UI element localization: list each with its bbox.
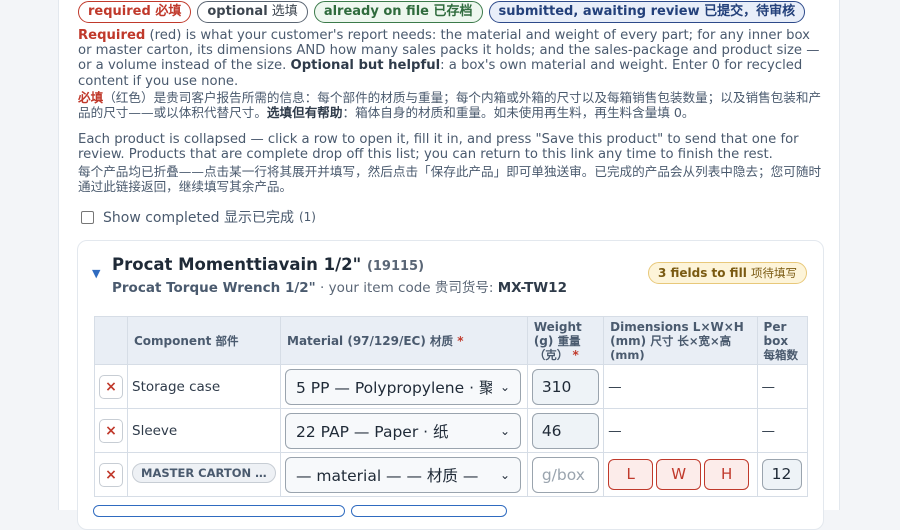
table-row: × Storage case 5 PP — Polypropylene · 聚丙… (94, 364, 809, 409)
components-table: Component 部件 Material (97/129/EC) 材质 * W… (94, 316, 809, 497)
per-box-input[interactable]: 12 (761, 459, 802, 490)
instructions-text: Each product is collapsed — click a row … (78, 132, 799, 163)
show-completed-label: Show completed 显示已完成 (103, 210, 294, 226)
fields-to-fill-badge: 3 fields to fill 项待填写 (647, 262, 807, 284)
weight-input[interactable]: g/box (531, 456, 599, 493)
legend-submitted-badge: submitted, awaiting review 已提交，待审核 (488, 1, 806, 23)
dimensions-value: — (603, 364, 758, 409)
component-column-header: Component 部件 (127, 316, 281, 365)
weight-input[interactable]: 310 (531, 368, 599, 405)
material-select[interactable]: 22 PAP — Paper · 纸 ⌄ (285, 412, 521, 449)
product-code: (19115) (366, 259, 425, 274)
show-completed-checkbox[interactable] (81, 210, 94, 224)
width-input[interactable]: W (656, 459, 702, 490)
collapse-caret-icon[interactable]: ▼ (92, 267, 100, 280)
remove-component-button[interactable]: × (99, 374, 123, 399)
component-name: Sleeve (127, 408, 281, 453)
per-box-value: — (756, 408, 809, 453)
table-row: × Sleeve 22 PAP — Paper · 纸 ⌄ 46 — — (94, 408, 809, 453)
legend-optional-badge: optional 选填 (197, 1, 308, 23)
add-component-button[interactable] (93, 505, 345, 517)
requirements-text-zh: 必填（红色）是贵司客户报告所需的信息：每个部件的材质与重量；每个内箱或外箱的尺寸… (78, 90, 822, 121)
table-row: × MASTER CARTON … — material — — 材质 — ⌄ g… (94, 452, 809, 497)
requirements-text: Required (red) is what your customer's r… (78, 28, 820, 89)
chevron-down-icon: ⌄ (499, 423, 510, 438)
dimensions-value: — (603, 408, 758, 453)
show-completed-toggle[interactable]: Show completed 显示已完成 (1) (81, 207, 316, 227)
material-select[interactable]: 5 PP — Polypropylene · 聚丙烯⌄ (285, 368, 521, 405)
component-name: Storage case (127, 364, 281, 409)
dimensions-column-header: Dimensions L×W×H (mm) 尺寸 长×宽×高 (mm) (603, 316, 758, 365)
material-select[interactable]: — material — — 材质 — ⌄ (285, 456, 521, 493)
optional-label: Optional but helpful (290, 58, 441, 74)
component-type-badge: MASTER CARTON … (132, 462, 276, 483)
legend-on-file-badge: already on file 已存档 (313, 1, 483, 23)
completed-count: (1) (298, 210, 316, 224)
per-box-column-header: Per box 每箱数 (756, 316, 809, 365)
weight-column-header: Weight (g) 重量（克） * (526, 316, 605, 365)
remove-column-header (94, 316, 128, 365)
chevron-down-icon: ⌄ (499, 467, 510, 482)
remove-component-button[interactable]: × (99, 462, 123, 487)
height-input[interactable]: H (704, 459, 750, 490)
add-box-button[interactable] (351, 505, 507, 517)
weight-input[interactable]: 46 (531, 412, 599, 449)
product-subtitle: Procat Torque Wrench 1/2" · your item co… (112, 280, 567, 296)
chevron-down-icon: ⌄ (499, 379, 510, 394)
required-label: Required (78, 28, 146, 43)
per-box-value: — (756, 364, 809, 409)
product-card: ▼ Procat Momenttiavain 1/2" (19115) Proc… (77, 240, 824, 530)
item-code: MX-TW12 (497, 280, 567, 296)
status-legend: required 必填 optional 选填 already on file … (78, 1, 806, 23)
page-panel: required 必填 optional 选填 already on file … (58, 0, 840, 530)
legend-required-badge: required 必填 (78, 1, 192, 23)
material-column-header: Material (97/129/EC) 材质 * (280, 316, 528, 365)
remove-component-button[interactable]: × (99, 418, 123, 443)
product-title[interactable]: Procat Momenttiavain 1/2" (19115) (112, 255, 424, 274)
instructions-text-zh: 每个产品均已折叠——点击某一行将其展开并填写，然后点击「保存此产品」即可单独送审… (78, 164, 822, 195)
length-input[interactable]: L (608, 459, 654, 490)
